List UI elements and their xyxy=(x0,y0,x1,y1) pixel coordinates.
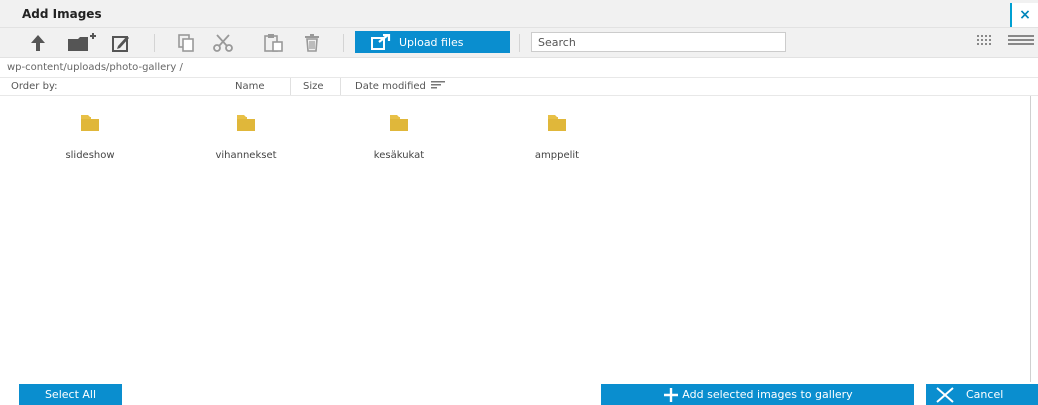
folder-item[interactable]: slideshow xyxy=(30,96,150,176)
plus-icon xyxy=(664,387,679,402)
add-selected-button[interactable]: Add selected images to gallery xyxy=(601,384,914,405)
add-selected-label: Add selected images to gallery xyxy=(682,388,853,401)
new-folder-icon[interactable] xyxy=(65,32,99,54)
sort-descending-icon xyxy=(431,81,446,89)
upload-files-label: Upload files xyxy=(399,35,464,49)
folder-name: amppelit xyxy=(534,150,580,161)
toolbar-separator xyxy=(343,34,344,52)
order-bar: Order by: Name Size Date modified xyxy=(0,78,1038,96)
folder-icon xyxy=(237,115,255,131)
list-view-icon[interactable] xyxy=(1008,34,1034,49)
breadcrumb: wp-content/uploads/photo-gallery / xyxy=(0,58,1038,78)
search-input[interactable] xyxy=(531,32,786,52)
scrollbar-track[interactable] xyxy=(1030,96,1031,382)
upload-files-button[interactable]: Upload files xyxy=(355,31,510,53)
folder-item[interactable]: vihannekset xyxy=(186,96,306,176)
select-all-label: Select All xyxy=(44,388,97,401)
folder-icon xyxy=(390,115,408,131)
toolbar-separator xyxy=(519,34,520,52)
edit-icon[interactable] xyxy=(110,32,132,54)
dialog-title: Add Images xyxy=(22,7,102,21)
close-icon: × xyxy=(1019,7,1031,23)
folder-name: slideshow xyxy=(65,150,115,161)
order-by-name[interactable]: Name xyxy=(235,81,265,92)
cancel-button[interactable]: Cancel xyxy=(926,384,1038,405)
close-icon xyxy=(936,386,954,403)
folder-name: vihannekset xyxy=(215,150,277,161)
select-all-button[interactable]: Select All xyxy=(19,384,122,405)
arrow-up-icon[interactable] xyxy=(27,32,49,54)
file-browser-content: slideshow vihannekset kesäkukat amppelit xyxy=(0,96,1030,382)
order-by-date[interactable]: Date modified xyxy=(355,81,446,92)
folder-item[interactable]: amppelit xyxy=(497,96,617,176)
cancel-label: Cancel xyxy=(966,388,1004,401)
copy-icon[interactable] xyxy=(175,32,197,54)
dialog-titlebar: Add Images × xyxy=(0,0,1038,28)
toolbar xyxy=(0,28,1038,58)
close-button[interactable]: × xyxy=(1010,3,1038,27)
folder-name: kesäkukat xyxy=(373,150,425,161)
column-separator xyxy=(340,78,341,95)
column-separator xyxy=(290,78,291,95)
thumbnail-view-icon[interactable] xyxy=(977,34,991,49)
order-by-date-label: Date modified xyxy=(355,81,426,92)
external-upload-icon xyxy=(371,34,391,50)
order-by-size[interactable]: Size xyxy=(303,81,324,92)
folder-item[interactable]: kesäkukat xyxy=(339,96,459,176)
toolbar-separator xyxy=(154,34,155,52)
folder-icon xyxy=(81,115,99,131)
folder-icon xyxy=(548,115,566,131)
order-by-label: Order by: xyxy=(11,81,58,92)
trash-icon[interactable] xyxy=(301,32,323,54)
cut-icon[interactable] xyxy=(212,32,234,54)
paste-icon[interactable] xyxy=(263,32,285,54)
